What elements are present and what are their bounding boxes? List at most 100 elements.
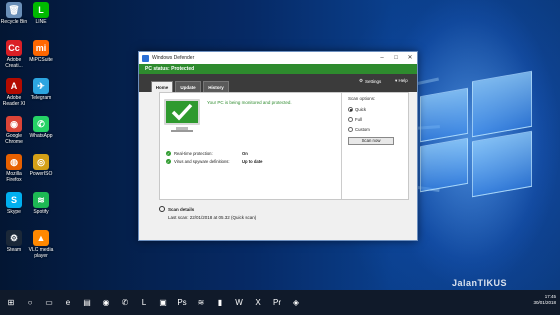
desktop-icon[interactable]: mi MiPCSuite bbox=[27, 40, 55, 63]
status-banner: PC status: Protected bbox=[139, 64, 417, 74]
edge-icon[interactable]: e bbox=[60, 295, 76, 311]
magnifier-icon bbox=[159, 206, 165, 212]
defender-icon[interactable]: ◈ bbox=[288, 295, 304, 311]
desktop-icon[interactable]: 🗑 Recycle Bin bbox=[0, 2, 28, 25]
desktop-icon-label: Mozilla Firefox bbox=[6, 171, 22, 183]
full-label: Full bbox=[355, 117, 362, 122]
close-button[interactable]: ✕ bbox=[403, 52, 417, 64]
explorer-icon[interactable]: ▤ bbox=[79, 295, 95, 311]
watermark: JalanTIKUS bbox=[452, 278, 508, 288]
scan-details: Scan details Last scan: 22/01/2018 at 05… bbox=[159, 206, 256, 220]
pc-status: PC status: Protected bbox=[145, 66, 195, 72]
settings-label: Settings bbox=[365, 78, 382, 84]
titlebar: Windows Defender – □ ✕ bbox=[139, 52, 417, 64]
desktop-icon[interactable]: L LINE bbox=[27, 2, 55, 25]
app-icon: ◎ bbox=[33, 154, 49, 170]
app-icon: ◉ bbox=[6, 116, 22, 132]
premiere-icon[interactable]: Pr bbox=[269, 295, 285, 311]
desktop-icon-label: Telegram bbox=[30, 95, 52, 101]
desktop-icon-label: Skype bbox=[7, 209, 21, 215]
status-section: Your PC is being monitored and protected… bbox=[160, 93, 341, 199]
app-icon: L bbox=[33, 2, 49, 18]
chrome-icon[interactable]: ◉ bbox=[98, 295, 114, 311]
search-icon[interactable]: ○ bbox=[22, 295, 38, 311]
excel-icon[interactable]: X bbox=[250, 295, 266, 311]
scan-option-custom[interactable]: Custom bbox=[348, 127, 404, 132]
start-icon[interactable]: ⊞ bbox=[3, 295, 19, 311]
minimize-button[interactable]: – bbox=[375, 52, 389, 64]
app-icon: S bbox=[6, 192, 22, 208]
app-icon: A bbox=[6, 78, 22, 94]
desktop-icon-label: Recycle Bin bbox=[0, 19, 28, 25]
quick-label: Quick bbox=[355, 107, 366, 112]
scan-option-quick[interactable]: Quick bbox=[348, 107, 404, 112]
protection-message: Your PC is being monitored and protected… bbox=[207, 100, 292, 105]
maximize-button[interactable]: □ bbox=[389, 52, 403, 64]
app-icon: ✆ bbox=[33, 116, 49, 132]
whatsapp-icon[interactable]: ✆ bbox=[117, 295, 133, 311]
desktop-icon-label: VLC media player bbox=[28, 247, 54, 259]
realtime-value: On bbox=[242, 151, 248, 156]
desktop-icon-label: WhatsApp bbox=[29, 133, 53, 139]
home-panel: Your PC is being monitored and protected… bbox=[159, 92, 409, 200]
store-icon[interactable]: ▣ bbox=[155, 295, 171, 311]
tab-home[interactable]: Home bbox=[151, 81, 173, 92]
scan-option-full[interactable]: Full bbox=[348, 117, 404, 122]
desktop-icon-label: Spotify bbox=[33, 209, 49, 215]
desktop-icon[interactable]: ⚙ Steam bbox=[0, 230, 28, 253]
desktop: 🗑 Recycle Bin L LINE Cc Adobe Creati... mi MiPC… bbox=[0, 0, 560, 290]
scan-details-title[interactable]: Scan details bbox=[168, 207, 194, 212]
custom-label: Custom bbox=[355, 127, 370, 132]
desktop-icon-label: Adobe Creati... bbox=[5, 57, 23, 69]
desktop-icon[interactable]: ≋ Spotify bbox=[27, 192, 55, 215]
desktop-icon[interactable]: ◉ Google Chrome bbox=[0, 116, 28, 145]
shield-icon bbox=[142, 54, 149, 62]
terminal-icon[interactable]: ▮ bbox=[212, 295, 228, 311]
tab-bar: Home Update History ⚙ Settings ▾ Help bbox=[139, 74, 417, 92]
app-icon: ⚙ bbox=[6, 230, 22, 246]
desktop-icon-label: PowerISO bbox=[29, 171, 53, 177]
desktop-icon[interactable]: ◍ Mozilla Firefox bbox=[0, 154, 28, 183]
desktop-icon[interactable]: A Adobe Reader XI bbox=[0, 78, 28, 107]
definitions-label: Virus and spyware definitions: bbox=[174, 159, 230, 164]
check-icon: ✓ bbox=[166, 159, 171, 164]
desktop-icon[interactable]: ▲ VLC media player bbox=[27, 230, 55, 259]
photoshop-icon[interactable]: Ps bbox=[174, 295, 190, 311]
radio-icon bbox=[348, 117, 353, 122]
desktop-icon[interactable]: ✆ WhatsApp bbox=[27, 116, 55, 139]
desktop-icon-label: LINE bbox=[35, 19, 47, 25]
gear-icon: ⚙ bbox=[359, 78, 364, 83]
definitions-value: Up to date bbox=[242, 159, 263, 164]
realtime-label: Real-time protection: bbox=[174, 151, 213, 156]
scan-options-title: Scan options: bbox=[348, 96, 376, 101]
help-button[interactable]: ▾ Help bbox=[395, 78, 408, 84]
windows-defender-window: Windows Defender – □ ✕ PC status: Protec… bbox=[138, 51, 418, 241]
definitions-row: ✓ Virus and spyware definitions: Up to d… bbox=[166, 159, 262, 164]
desktop-icon[interactable]: Cc Adobe Creati... bbox=[0, 40, 28, 69]
app-icon: 🗑 bbox=[6, 2, 22, 18]
scan-options-panel: Scan options: Quick Full Custom Scan now bbox=[341, 93, 410, 199]
desktop-icon-label: Steam bbox=[6, 247, 22, 253]
scan-now-button[interactable]: Scan now bbox=[348, 137, 394, 145]
desktop-icon[interactable]: ✈ Telegram bbox=[27, 78, 55, 101]
desktop-icon-label: MiPCSuite bbox=[29, 57, 53, 63]
clock-date: 30/01/2018 bbox=[533, 300, 556, 305]
radio-selected-icon bbox=[348, 107, 353, 112]
taskbar: ⊞ ○ ▭ e ▤ ◉ ✆ L ▣ Ps ≋ ▮ W X Pr ◈ 17:45 30/01/2018 bbox=[0, 290, 560, 315]
line-icon[interactable]: L bbox=[136, 295, 152, 311]
tab-update[interactable]: Update bbox=[175, 81, 201, 92]
tab-history[interactable]: History bbox=[203, 81, 229, 92]
desktop-icon-label: Google Chrome bbox=[5, 133, 23, 145]
check-icon: ✓ bbox=[166, 151, 171, 156]
system-tray[interactable]: 17:45 30/01/2018 bbox=[533, 294, 556, 306]
realtime-protection-row: ✓ Real-time protection: On bbox=[166, 151, 248, 156]
word-icon[interactable]: W bbox=[231, 295, 247, 311]
window-title: Windows Defender bbox=[152, 55, 195, 61]
desktop-icon[interactable]: ◎ PowerISO bbox=[27, 154, 55, 177]
spotify-icon[interactable]: ≋ bbox=[193, 295, 209, 311]
task-view-icon[interactable]: ▭ bbox=[41, 295, 57, 311]
desktop-icon[interactable]: S Skype bbox=[0, 192, 28, 215]
last-scan-text: Last scan: 22/01/2018 at 05.32 (Quick sc… bbox=[168, 215, 257, 220]
app-icon: Cc bbox=[6, 40, 22, 56]
settings-button[interactable]: ⚙ Settings bbox=[359, 78, 381, 84]
